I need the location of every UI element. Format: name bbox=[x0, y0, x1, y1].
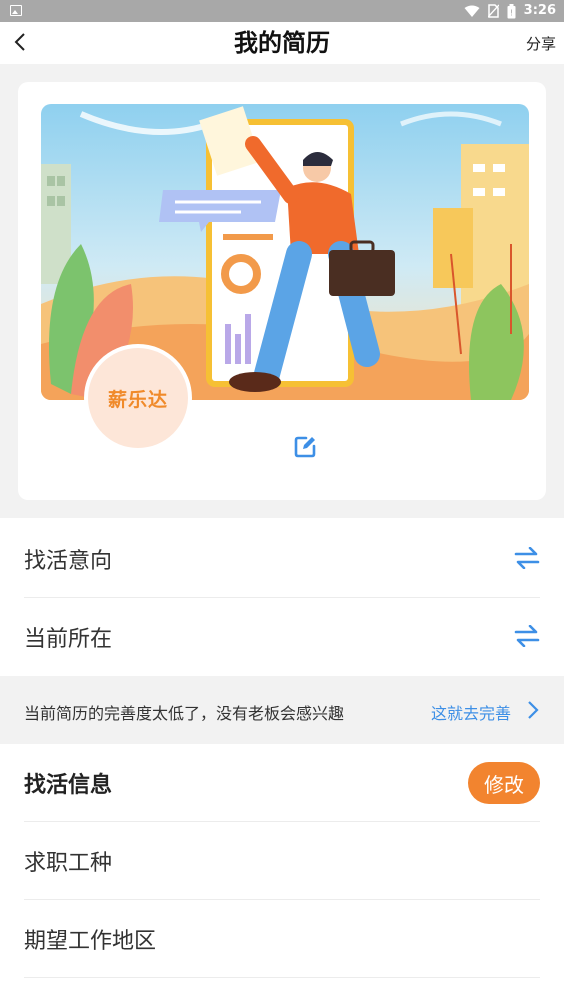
share-button[interactable]: 分享 bbox=[526, 33, 556, 54]
job-info-section: 找活信息 修改 求职工种 期望工作地区 bbox=[0, 744, 564, 1002]
row-label: 找活意向 bbox=[24, 548, 113, 574]
completion-tip-text: 当前简历的完善度太低了，没有老板会感兴趣 bbox=[24, 704, 345, 723]
svg-text:!: ! bbox=[510, 8, 513, 17]
app-header: 我的简历 分享 bbox=[0, 22, 564, 64]
job-info-title: 找活信息 bbox=[24, 772, 113, 798]
avatar[interactable]: 薪乐达 bbox=[84, 344, 192, 452]
avatar-logo-text: 薪乐达 bbox=[107, 388, 168, 411]
preferences-section: 找活意向 当前所在 bbox=[0, 518, 564, 676]
switch-arrows-icon[interactable] bbox=[514, 547, 540, 569]
row-label: 当前所在 bbox=[24, 627, 113, 652]
job-intention-row[interactable]: 找活意向 bbox=[24, 520, 540, 598]
row-label: 求职工种 bbox=[24, 850, 113, 876]
job-type-row[interactable]: 求职工种 bbox=[24, 822, 540, 900]
chevron-right-icon[interactable] bbox=[526, 700, 540, 720]
status-bar: ! 3:26 bbox=[0, 0, 564, 22]
current-location-row[interactable]: 当前所在 bbox=[24, 598, 540, 676]
image-notification-icon bbox=[10, 5, 22, 16]
row-label: 期望工作地区 bbox=[24, 928, 157, 954]
wifi-icon bbox=[464, 5, 480, 17]
page-title: 我的简历 bbox=[234, 29, 330, 57]
completion-tip-bar: 当前简历的完善度太低了，没有老板会感兴趣 这就去完善 bbox=[0, 676, 564, 744]
expected-work-area-row[interactable]: 期望工作地区 bbox=[24, 900, 540, 978]
battery-icon: ! bbox=[507, 3, 516, 18]
edit-job-info-button[interactable]: 修改 bbox=[468, 762, 540, 804]
status-time: 3:26 bbox=[523, 3, 556, 18]
complete-resume-link[interactable]: 这就去完善 bbox=[431, 700, 511, 724]
edit-profile-icon[interactable] bbox=[293, 435, 317, 459]
job-info-header: 找活信息 修改 bbox=[24, 744, 540, 822]
switch-arrows-icon[interactable] bbox=[514, 625, 540, 647]
resume-card: 薪乐达 bbox=[18, 82, 546, 500]
status-icons: ! 3:26 bbox=[464, 3, 556, 19]
avatar-image: 薪乐达 bbox=[88, 348, 188, 448]
no-sim-icon bbox=[487, 4, 499, 18]
